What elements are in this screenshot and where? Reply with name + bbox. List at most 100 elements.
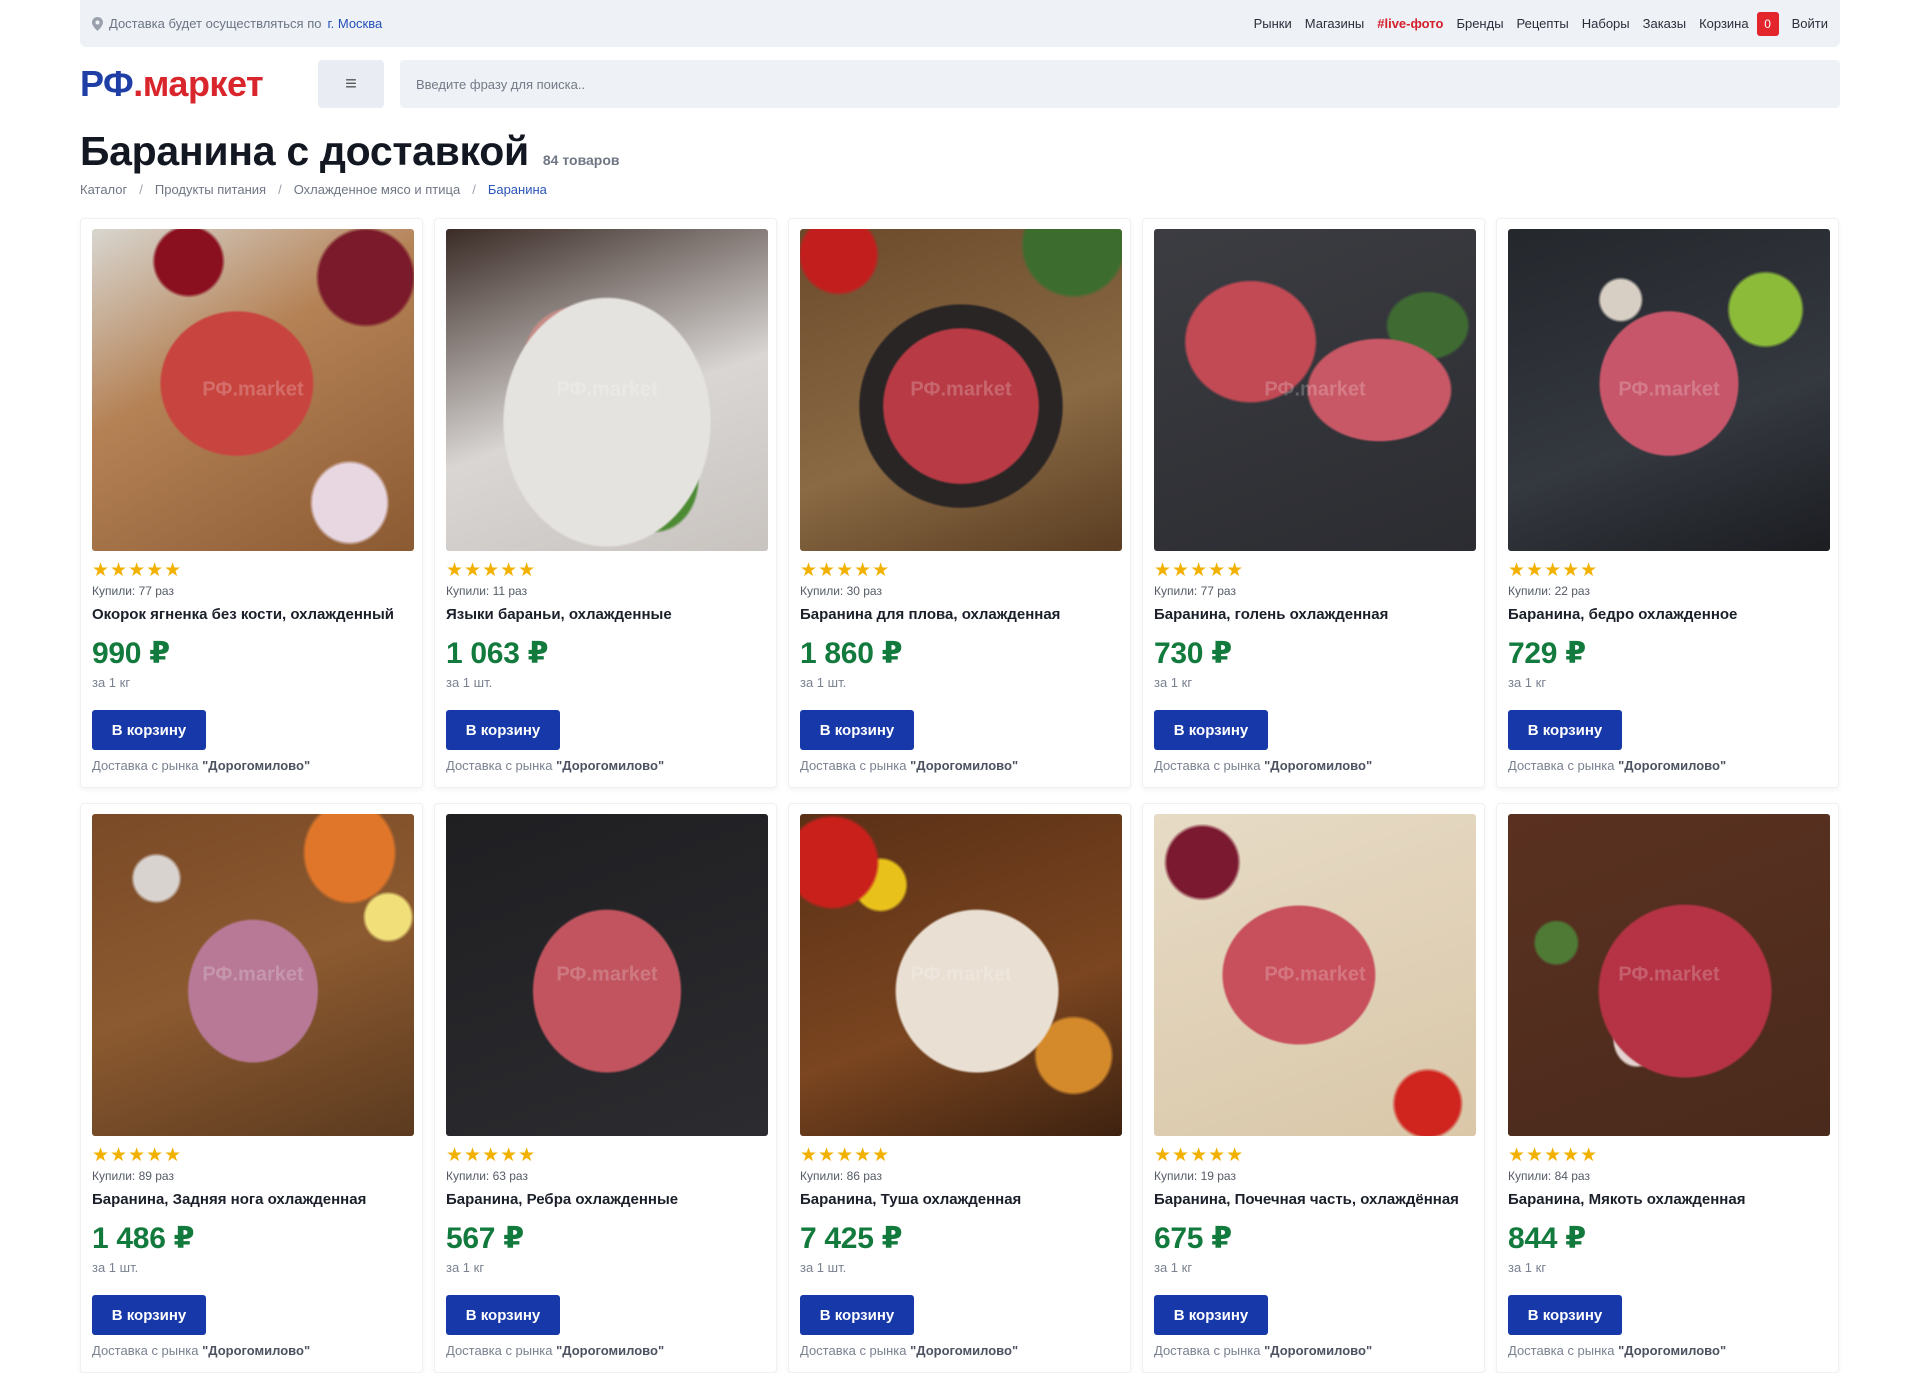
- product-card: РФ.market ★★★★★ Купили: 77 раз Окорок яг…: [80, 218, 423, 788]
- product-name[interactable]: Баранина, Туша охлажденная: [800, 1191, 1119, 1211]
- purchase-count: Купили: 86 раз: [800, 1169, 882, 1183]
- product-name[interactable]: Окорок ягненка без кости, охлажденный: [92, 606, 411, 626]
- add-to-cart-button[interactable]: В корзину: [1154, 1295, 1268, 1335]
- market-name[interactable]: "Дорогомилово": [1618, 1343, 1726, 1358]
- top-nav: Рынки Магазины #live-фото Бренды Рецепты…: [1254, 11, 1828, 36]
- delivery-info: Доставка с рынка "Дорогомилово": [446, 758, 664, 773]
- product-name[interactable]: Баранина, голень охлажденная: [1154, 606, 1473, 626]
- login-link[interactable]: Войти: [1792, 16, 1828, 31]
- menu-button[interactable]: ≡: [318, 60, 384, 108]
- price-unit: за 1 кг: [92, 675, 131, 690]
- add-to-cart-button[interactable]: В корзину: [1154, 710, 1268, 750]
- product-price: 729 ₽: [1508, 637, 1586, 670]
- product-grid: РФ.market ★★★★★ Купили: 77 раз Окорок яг…: [80, 218, 1840, 1373]
- product-name[interactable]: Языки бараньи, охлажденные: [446, 606, 765, 626]
- nav-cart[interactable]: Корзина 0: [1699, 11, 1779, 36]
- market-name[interactable]: "Дорогомилово": [1618, 758, 1726, 773]
- purchase-count: Купили: 77 раз: [92, 584, 174, 598]
- product-name[interactable]: Баранина, Задняя нога охлажденная: [92, 1191, 411, 1211]
- watermark-logo: РФ.market: [556, 378, 658, 401]
- price-unit: за 1 шт.: [800, 675, 847, 690]
- market-name[interactable]: "Дорогомилово": [910, 758, 1018, 773]
- product-price: 844 ₽: [1508, 1222, 1586, 1255]
- breadcrumb-separator: /: [472, 182, 476, 197]
- product-photo[interactable]: РФ.market: [92, 814, 414, 1136]
- price-unit: за 1 шт.: [446, 675, 493, 690]
- watermark-logo: РФ.market: [202, 378, 304, 401]
- product-price: 1 486 ₽: [92, 1222, 195, 1255]
- breadcrumb-separator: /: [278, 182, 282, 197]
- purchase-count: Купили: 84 раз: [1508, 1169, 1590, 1183]
- watermark-logo: РФ.market: [1264, 378, 1366, 401]
- search-input[interactable]: [400, 60, 1840, 108]
- product-card: РФ.market ★★★★★ Купили: 89 раз Баранина,…: [80, 803, 423, 1373]
- product-photo[interactable]: РФ.market: [800, 229, 1122, 551]
- breadcrumb-catalog[interactable]: Каталог: [80, 182, 127, 197]
- delivery-info: Доставка с рынка "Дорогомилово": [800, 1343, 1018, 1358]
- product-photo[interactable]: РФ.market: [800, 814, 1122, 1136]
- add-to-cart-button[interactable]: В корзину: [1508, 710, 1622, 750]
- add-to-cart-button[interactable]: В корзину: [1508, 1295, 1622, 1335]
- product-card: РФ.market ★★★★★ Купили: 86 раз Баранина,…: [788, 803, 1131, 1373]
- purchase-count: Купили: 19 раз: [1154, 1169, 1236, 1183]
- market-name[interactable]: "Дорогомилово": [910, 1343, 1018, 1358]
- breadcrumb-food[interactable]: Продукты питания: [155, 182, 266, 197]
- add-to-cart-button[interactable]: В корзину: [800, 710, 914, 750]
- add-to-cart-button[interactable]: В корзину: [800, 1295, 914, 1335]
- product-card: РФ.market ★★★★★ Купили: 19 раз Баранина,…: [1142, 803, 1485, 1373]
- product-price: 990 ₽: [92, 637, 170, 670]
- add-to-cart-button[interactable]: В корзину: [92, 710, 206, 750]
- add-to-cart-button[interactable]: В корзину: [92, 1295, 206, 1335]
- delivery-info: Доставка с рынка "Дорогомилово": [92, 758, 310, 773]
- city-selector[interactable]: г. Москва: [327, 16, 382, 31]
- product-name[interactable]: Баранина, Ребра охлажденные: [446, 1191, 765, 1211]
- nav-brands[interactable]: Бренды: [1456, 16, 1503, 31]
- product-price: 1 860 ₽: [800, 637, 903, 670]
- watermark-logo: РФ.market: [556, 963, 658, 986]
- rating-stars-icon: ★★★★★: [1154, 560, 1245, 581]
- product-photo[interactable]: РФ.market: [1508, 229, 1830, 551]
- rating-stars-icon: ★★★★★: [446, 1145, 537, 1166]
- product-card: РФ.market ★★★★★ Купили: 63 раз Баранина,…: [434, 803, 777, 1373]
- product-photo[interactable]: РФ.market: [446, 814, 768, 1136]
- watermark-logo: РФ.market: [1618, 963, 1720, 986]
- market-name[interactable]: "Дорогомилово": [556, 1343, 664, 1358]
- rating-stars-icon: ★★★★★: [1154, 1145, 1245, 1166]
- nav-markets[interactable]: Рынки: [1254, 16, 1292, 31]
- nav-stores[interactable]: Магазины: [1305, 16, 1365, 31]
- site-logo[interactable]: РФ .маркет: [80, 63, 318, 105]
- product-photo[interactable]: РФ.market: [1508, 814, 1830, 1136]
- add-to-cart-button[interactable]: В корзину: [446, 1295, 560, 1335]
- product-photo[interactable]: РФ.market: [92, 229, 414, 551]
- product-name[interactable]: Баранина, бедро охлажденное: [1508, 606, 1827, 626]
- watermark-logo: РФ.market: [202, 963, 304, 986]
- market-name[interactable]: "Дорогомилово": [202, 1343, 310, 1358]
- rating-stars-icon: ★★★★★: [800, 1145, 891, 1166]
- nav-recipes[interactable]: Рецепты: [1517, 16, 1569, 31]
- product-name[interactable]: Баранина, Мякоть охлажденная: [1508, 1191, 1827, 1211]
- delivery-prefix: Доставка с рынка: [1154, 1343, 1265, 1358]
- market-name[interactable]: "Дорогомилово": [556, 758, 664, 773]
- price-unit: за 1 кг: [1508, 1260, 1547, 1275]
- breadcrumb-current[interactable]: Баранина: [488, 182, 547, 197]
- watermark-logo: РФ.market: [1618, 378, 1720, 401]
- product-name[interactable]: Баранина, Почечная часть, охлаждённая: [1154, 1191, 1473, 1211]
- product-photo[interactable]: РФ.market: [1154, 229, 1476, 551]
- product-name[interactable]: Баранина для плова, охлажденная: [800, 606, 1119, 626]
- market-name[interactable]: "Дорогомилово": [202, 758, 310, 773]
- product-photo[interactable]: РФ.market: [446, 229, 768, 551]
- nav-live-photo[interactable]: #live-фото: [1377, 16, 1443, 31]
- nav-sets[interactable]: Наборы: [1582, 16, 1630, 31]
- product-photo[interactable]: РФ.market: [1154, 814, 1476, 1136]
- delivery-location: Доставка будет осуществляться по г. Моск…: [92, 16, 382, 31]
- location-pin-icon: [92, 16, 103, 31]
- breadcrumb: Каталог / Продукты питания / Охлажденное…: [80, 182, 547, 197]
- nav-orders[interactable]: Заказы: [1643, 16, 1686, 31]
- purchase-count: Купили: 63 раз: [446, 1169, 528, 1183]
- add-to-cart-button[interactable]: В корзину: [446, 710, 560, 750]
- price-unit: за 1 кг: [1154, 675, 1193, 690]
- market-name[interactable]: "Дорогомилово": [1264, 758, 1372, 773]
- breadcrumb-chilled-meat[interactable]: Охлажденное мясо и птица: [294, 182, 461, 197]
- rating-stars-icon: ★★★★★: [800, 560, 891, 581]
- market-name[interactable]: "Дорогомилово": [1264, 1343, 1372, 1358]
